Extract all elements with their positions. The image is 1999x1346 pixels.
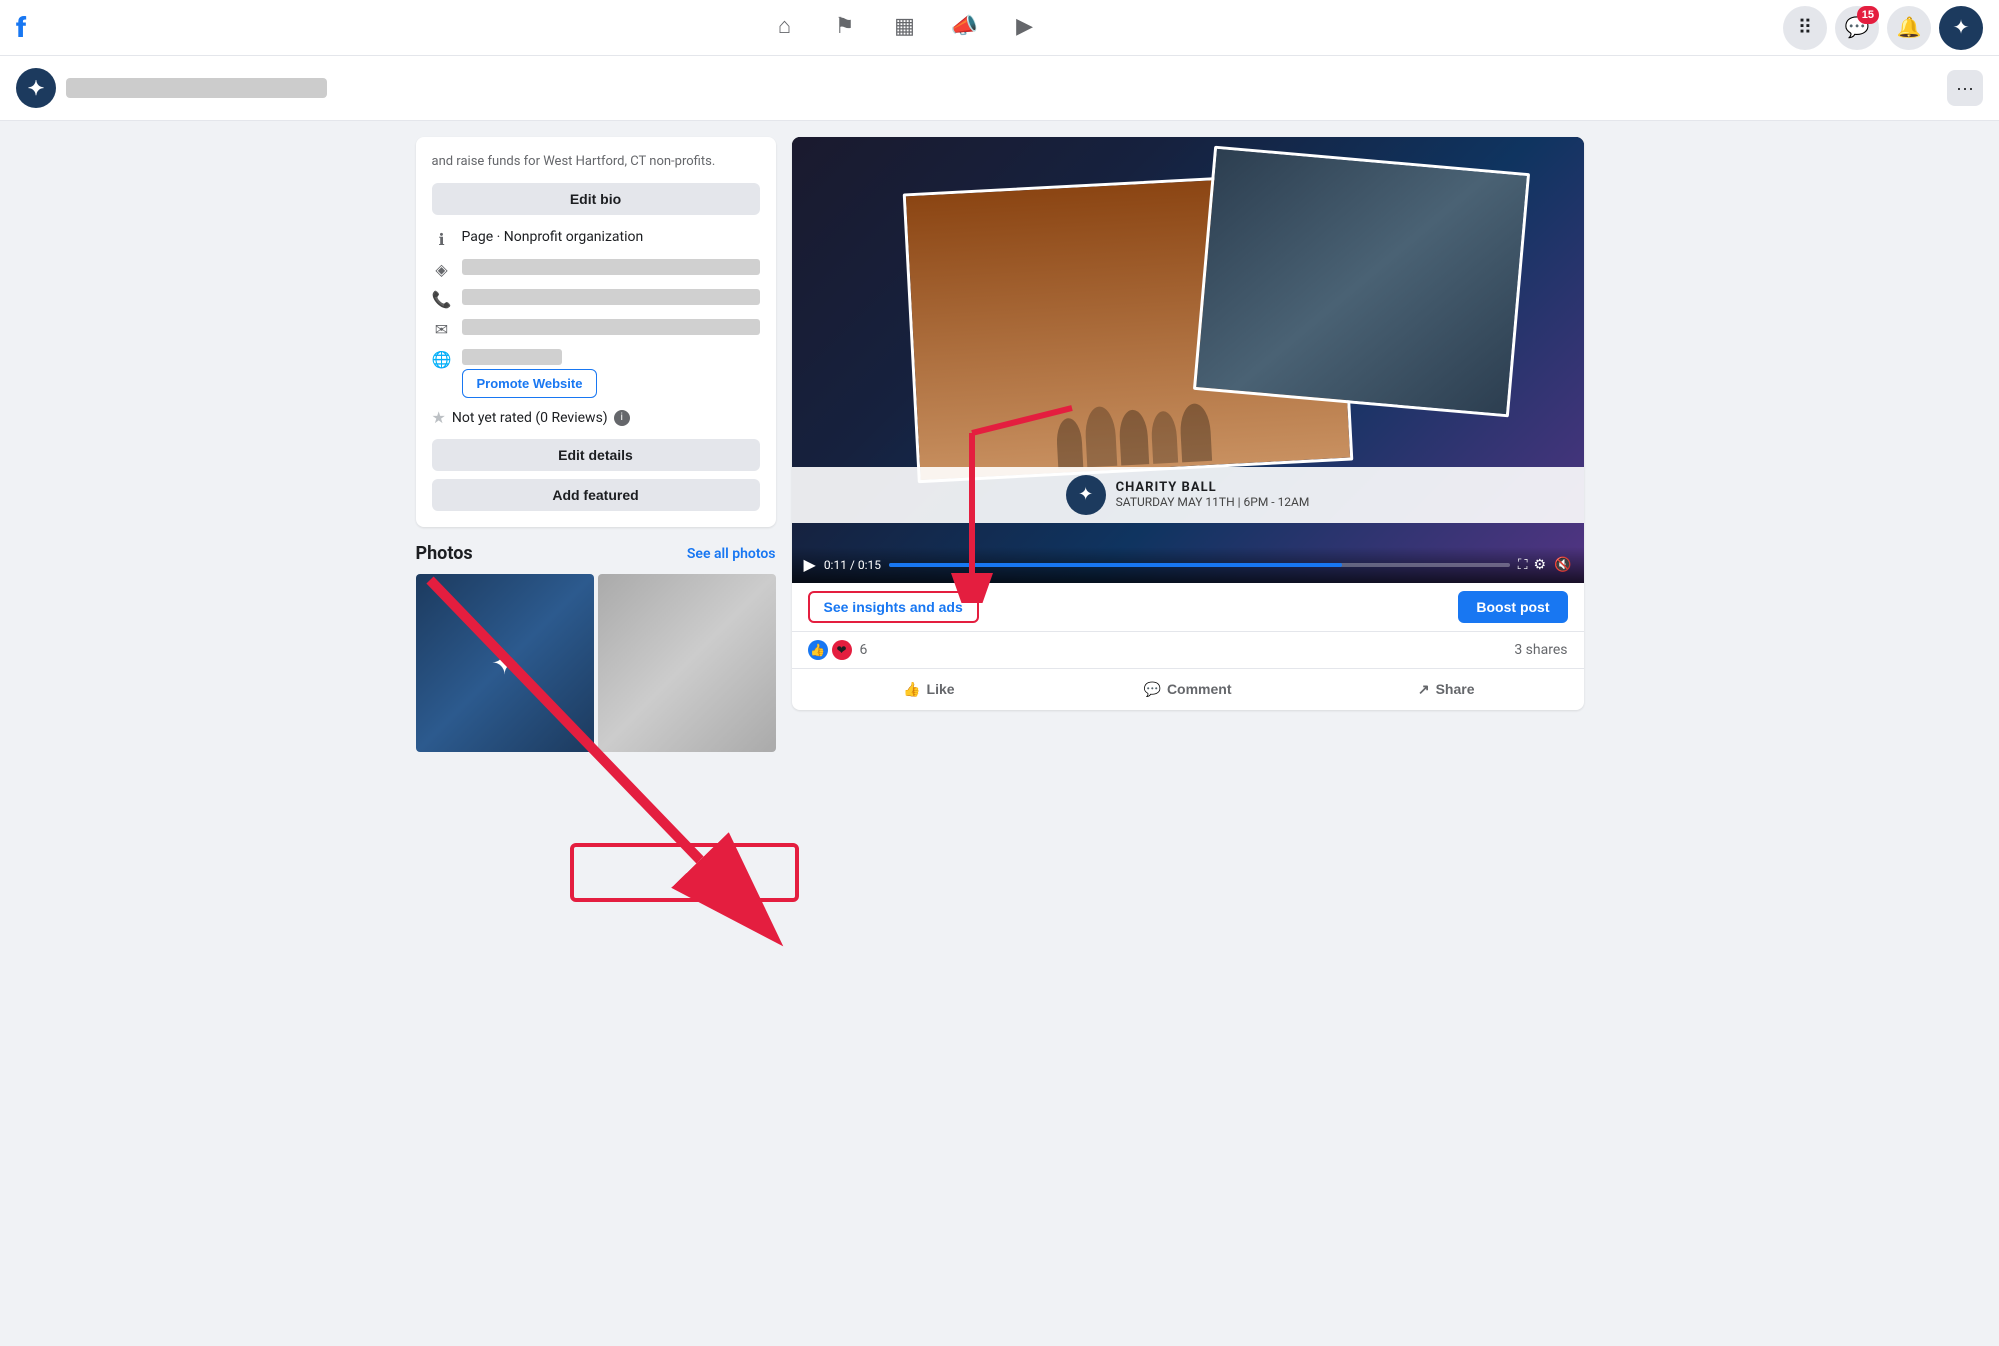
email-text <box>462 319 760 335</box>
charity-overlay: ✦ CHARITY BALL SATURDAY MAY 11TH | 6PM -… <box>792 467 1584 523</box>
progress-bar[interactable] <box>889 563 1510 567</box>
add-featured-button[interactable]: Add featured <box>432 479 760 511</box>
edit-bio-button[interactable]: Edit bio <box>432 183 760 215</box>
insights-nav-icon[interactable]: ▦ <box>879 4 931 52</box>
share-label: Share <box>1436 681 1475 697</box>
settings-icon[interactable]: ⚙ <box>1534 557 1547 573</box>
promote-website-button[interactable]: Promote Website <box>462 369 598 398</box>
video-container[interactable]: ✦ CHARITY BALL SATURDAY MAY 11TH | 6PM -… <box>792 137 1584 583</box>
notifications-button[interactable]: 🔔 <box>1887 6 1931 50</box>
collage-photo-right <box>1193 146 1530 418</box>
charity-text: CHARITY BALL SATURDAY MAY 11TH | 6PM - 1… <box>1116 480 1310 509</box>
charity-logo: ✦ <box>1066 475 1106 515</box>
photo-thumb-1[interactable]: ✦ <box>416 574 594 752</box>
reaction-count: 6 <box>860 642 868 658</box>
page-name: ███████████████████████ <box>66 78 327 98</box>
info-icon: ℹ <box>432 230 452 249</box>
top-nav: f ⌂ ⚑ ▦ 📣 ▶ ⠿ 💬 15 🔔 ✦ <box>0 0 1999 56</box>
facebook-logo: f <box>16 11 26 44</box>
phone-row: 📞 <box>432 289 760 309</box>
like-reaction: 👍 <box>808 640 828 660</box>
phone-icon: 📞 <box>432 290 452 309</box>
progress-fill <box>889 563 1342 567</box>
nav-right: ⠿ 💬 15 🔔 ✦ <box>1783 6 1983 50</box>
like-button[interactable]: 👍 Like <box>800 673 1059 706</box>
fullscreen-icon[interactable]: ⛶ <box>1518 557 1528 573</box>
time-display: 0:11 / 0:15 <box>824 558 881 572</box>
address-text <box>462 259 760 275</box>
photos-title: Photos <box>416 543 473 564</box>
share-button[interactable]: ↗ Share <box>1317 673 1576 706</box>
reactions-row: 👍 ❤ 6 3 shares <box>792 632 1584 669</box>
post-actions-bar: See insights and ads Boost post <box>792 583 1584 632</box>
edit-details-button[interactable]: Edit details <box>432 439 760 471</box>
email-icon: ✉ <box>432 320 452 339</box>
rating-text: Not yet rated (0 Reviews) <box>452 410 608 426</box>
video-background: ✦ CHARITY BALL SATURDAY MAY 11TH | 6PM -… <box>792 137 1584 583</box>
pages-nav-icon[interactable]: ⚑ <box>819 4 871 52</box>
heart-reaction: ❤ <box>832 640 852 660</box>
volume-button[interactable]: 🔇 <box>1554 556 1571 573</box>
rating-row: ★ Not yet rated (0 Reviews) i <box>432 408 760 427</box>
see-insights-button[interactable]: See insights and ads <box>808 591 979 623</box>
comment-button[interactable]: 💬 Comment <box>1058 673 1317 706</box>
page-header: ✦ ███████████████████████ ··· <box>0 56 1999 121</box>
action-buttons-row: 👍 Like 💬 Comment ↗ Share <box>792 669 1584 710</box>
photo-grid: ✦ <box>416 574 776 752</box>
website-row: 🌐 Promote Website <box>432 349 760 398</box>
right-content: ✦ CHARITY BALL SATURDAY MAY 11TH | 6PM -… <box>792 137 1584 752</box>
charity-date: SATURDAY MAY 11TH | 6PM - 12AM <box>1116 495 1310 509</box>
like-icon: 👍 <box>903 681 920 698</box>
photos-section: Photos See all photos ✦ <box>416 543 776 752</box>
main-layout: and raise funds for West Hartford, CT no… <box>400 121 1600 768</box>
star-icon: ★ <box>432 408 446 427</box>
home-nav-icon[interactable]: ⌂ <box>759 4 811 52</box>
address-row: ◈ <box>432 259 760 279</box>
video-nav-icon[interactable]: ▶ <box>999 4 1051 52</box>
comment-label: Comment <box>1167 681 1232 697</box>
page-type-row: ℹ Page · Nonprofit organization <box>432 229 760 249</box>
page-type-text: Page · Nonprofit organization <box>462 229 760 245</box>
video-controls: ▶ 0:11 / 0:15 ⛶ ⚙ 🔇 <box>792 547 1584 583</box>
menu-button[interactable]: ⠿ <box>1783 6 1827 50</box>
comment-icon: 💬 <box>1144 681 1161 698</box>
messenger-badge: 15 <box>1857 6 1879 24</box>
boost-post-button[interactable]: Boost post <box>1458 591 1567 623</box>
shares-text: 3 shares <box>1514 642 1567 658</box>
photo-image-1: ✦ <box>416 574 594 752</box>
page-header-left: ✦ ███████████████████████ <box>16 68 327 108</box>
website-container: Promote Website <box>462 349 598 398</box>
bio-text: and raise funds for West Hartford, CT no… <box>432 153 760 171</box>
location-icon: ◈ <box>432 260 452 279</box>
messenger-button[interactable]: 💬 15 <box>1835 6 1879 50</box>
reaction-icons: 👍 ❤ 6 <box>808 640 868 660</box>
account-button[interactable]: ✦ <box>1939 6 1983 50</box>
phone-text <box>462 289 760 305</box>
photos-header: Photos See all photos <box>416 543 776 564</box>
photo-image-2 <box>598 574 776 752</box>
post-card: ✦ CHARITY BALL SATURDAY MAY 11TH | 6PM -… <box>792 137 1584 710</box>
website-text[interactable] <box>462 349 563 365</box>
email-row: ✉ <box>432 319 760 339</box>
ads-nav-icon[interactable]: 📣 <box>939 4 991 52</box>
nav-left: f <box>16 11 26 44</box>
more-options-button[interactable]: ··· <box>1947 70 1983 106</box>
photo-thumb-2[interactable] <box>598 574 776 752</box>
video-control-icons: ⛶ ⚙ <box>1518 557 1546 573</box>
left-sidebar: and raise funds for West Hartford, CT no… <box>416 137 776 752</box>
charity-name: CHARITY BALL <box>1116 480 1310 495</box>
page-logo: ✦ <box>16 68 56 108</box>
see-all-photos-link[interactable]: See all photos <box>687 546 776 562</box>
play-button[interactable]: ▶ <box>804 555 816 575</box>
nav-center: ⌂ ⚑ ▦ 📣 ▶ <box>759 4 1051 52</box>
annotation-container: See insights and ads Boost post <box>792 583 1584 632</box>
sidebar-card: and raise funds for West Hartford, CT no… <box>416 137 776 527</box>
share-icon: ↗ <box>1418 681 1430 698</box>
rating-info-icon[interactable]: i <box>614 410 630 426</box>
like-label: Like <box>927 681 955 697</box>
globe-icon: 🌐 <box>432 350 452 369</box>
